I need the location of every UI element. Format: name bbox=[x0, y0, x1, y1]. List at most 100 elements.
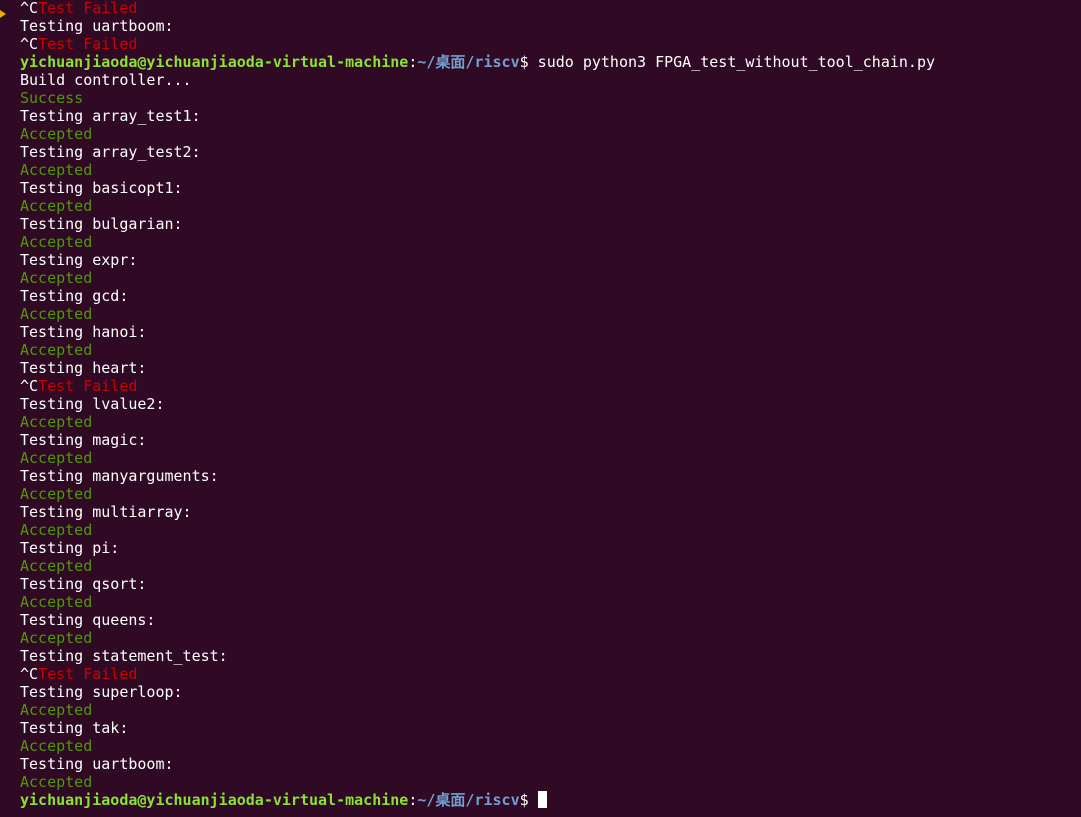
line-text: Testing basicopt1: bbox=[20, 179, 183, 197]
terminal-line: Testing array_test1: bbox=[20, 107, 1081, 125]
status-accepted: Accepted bbox=[20, 521, 93, 539]
terminal-line: ^CTest Failed bbox=[20, 377, 1081, 395]
terminal-output[interactable]: ^CTest Failed Testing uartboom: ^CTest Fai… bbox=[20, 0, 1081, 809]
terminal-line: Testing tak: bbox=[20, 719, 1081, 737]
ctrl-c-text: ^C bbox=[20, 665, 39, 683]
line-text: Testing uartboom: bbox=[20, 17, 174, 35]
line-text: Testing lvalue2: bbox=[20, 395, 165, 413]
status-accepted: Accepted bbox=[20, 773, 93, 791]
status-accepted: Success bbox=[20, 89, 84, 107]
terminal-line: Accepted bbox=[20, 557, 1081, 575]
terminal-line: Testing gcd: bbox=[20, 287, 1081, 305]
terminal-line: Accepted bbox=[20, 341, 1081, 359]
terminal-line: Testing statement_test: bbox=[20, 647, 1081, 665]
terminal-line: Accepted bbox=[20, 593, 1081, 611]
line-text: Testing queens: bbox=[20, 611, 156, 629]
status-accepted: Accepted bbox=[20, 161, 93, 179]
ctrl-c-text: ^C bbox=[20, 0, 39, 17]
shell-prompt-line: yichuanjiaoda@yichuanjiaoda-virtual-mach… bbox=[20, 53, 1081, 71]
terminal-line: Accepted bbox=[20, 233, 1081, 251]
line-text: Testing superloop: bbox=[20, 683, 183, 701]
status-accepted: Accepted bbox=[20, 629, 93, 647]
status-accepted: Accepted bbox=[20, 305, 93, 323]
line-text: Testing tak: bbox=[20, 719, 129, 737]
terminal-line: Accepted bbox=[20, 125, 1081, 143]
line-text: Testing statement_test: bbox=[20, 647, 228, 665]
prompt-colon: : bbox=[408, 791, 418, 809]
terminal-line: ^CTest Failed bbox=[20, 35, 1081, 53]
terminal-line: Testing hanoi: bbox=[20, 323, 1081, 341]
terminal-line: Testing basicopt1: bbox=[20, 179, 1081, 197]
terminal-line: Testing queens: bbox=[20, 611, 1081, 629]
terminal-line: Testing expr: bbox=[20, 251, 1081, 269]
terminal-line: Testing array_test2: bbox=[20, 143, 1081, 161]
status-accepted: Accepted bbox=[20, 341, 93, 359]
status-accepted: Accepted bbox=[20, 413, 93, 431]
terminal-line: Testing magic: bbox=[20, 431, 1081, 449]
prompt-user-host: yichuanjiaoda@yichuanjiaoda-virtual-mach… bbox=[20, 53, 409, 71]
terminal-line: Accepted bbox=[20, 737, 1081, 755]
terminal-line: Testing superloop: bbox=[20, 683, 1081, 701]
line-text: Testing pi: bbox=[20, 539, 120, 557]
terminal-line: ^CTest Failed bbox=[20, 0, 1081, 17]
status-failed: Test Failed bbox=[38, 35, 138, 53]
terminal-line: ^CTest Failed bbox=[20, 665, 1081, 683]
status-accepted: Accepted bbox=[20, 737, 93, 755]
scroll-marker-icon bbox=[0, 10, 6, 18]
status-accepted: Accepted bbox=[20, 701, 93, 719]
terminal-line: Accepted bbox=[20, 701, 1081, 719]
terminal-line: Accepted bbox=[20, 449, 1081, 467]
prompt-dollar: $ bbox=[519, 791, 538, 809]
terminal-line: Testing lvalue2: bbox=[20, 395, 1081, 413]
line-text: Testing bulgarian: bbox=[20, 215, 183, 233]
prompt-user-host: yichuanjiaoda@yichuanjiaoda-virtual-mach… bbox=[20, 791, 409, 809]
terminal-line: Testing heart: bbox=[20, 359, 1081, 377]
terminal-line: Build controller... bbox=[20, 71, 1081, 89]
line-text: Testing hanoi: bbox=[20, 323, 147, 341]
terminal-line: Accepted bbox=[20, 773, 1081, 791]
status-failed: Test Failed bbox=[38, 665, 138, 683]
terminal-line: Success bbox=[20, 89, 1081, 107]
terminal-line: Accepted bbox=[20, 521, 1081, 539]
status-accepted: Accepted bbox=[20, 593, 93, 611]
terminal-line: Accepted bbox=[20, 413, 1081, 431]
terminal-line: Accepted bbox=[20, 269, 1081, 287]
shell-prompt-line: yichuanjiaoda@yichuanjiaoda-virtual-mach… bbox=[20, 791, 1081, 809]
status-failed: Test Failed bbox=[38, 377, 138, 395]
prompt-path: ~/桌面/riscv bbox=[417, 791, 520, 809]
terminal-line: Testing manyarguments: bbox=[20, 467, 1081, 485]
terminal-line: Testing uartboom: bbox=[20, 17, 1081, 35]
terminal-line: Accepted bbox=[20, 305, 1081, 323]
prompt-colon: : bbox=[408, 53, 418, 71]
terminal-line: Accepted bbox=[20, 197, 1081, 215]
status-accepted: Accepted bbox=[20, 269, 93, 287]
prompt-path: ~/桌面/riscv bbox=[417, 53, 520, 71]
line-text: Build controller... bbox=[20, 71, 192, 89]
status-accepted: Accepted bbox=[20, 449, 93, 467]
line-text: Testing array_test2: bbox=[20, 143, 201, 161]
line-text: Testing uartboom: bbox=[20, 755, 174, 773]
status-accepted: Accepted bbox=[20, 197, 93, 215]
status-accepted: Accepted bbox=[20, 485, 93, 503]
terminal-line: Testing bulgarian: bbox=[20, 215, 1081, 233]
terminal-line: Testing qsort: bbox=[20, 575, 1081, 593]
line-text: Testing qsort: bbox=[20, 575, 147, 593]
status-accepted: Accepted bbox=[20, 233, 93, 251]
line-text: Testing magic: bbox=[20, 431, 147, 449]
line-text: Testing multiarray: bbox=[20, 503, 192, 521]
terminal-line: Accepted bbox=[20, 629, 1081, 647]
line-text: Testing array_test1: bbox=[20, 107, 201, 125]
status-accepted: Accepted bbox=[20, 125, 93, 143]
ctrl-c-text: ^C bbox=[20, 35, 39, 53]
line-text: Testing expr: bbox=[20, 251, 138, 269]
terminal-line: Accepted bbox=[20, 485, 1081, 503]
text-cursor[interactable] bbox=[537, 791, 547, 808]
terminal-line: Testing uartboom: bbox=[20, 755, 1081, 773]
terminal-window[interactable]: ^CTest Failed Testing uartboom: ^CTest Fai… bbox=[0, 0, 1081, 817]
line-text: Testing heart: bbox=[20, 359, 147, 377]
terminal-line: Testing pi: bbox=[20, 539, 1081, 557]
status-accepted: Accepted bbox=[20, 557, 93, 575]
shell-command: sudo python3 FPGA_test_without_tool_chai… bbox=[537, 53, 936, 71]
status-failed: Test Failed bbox=[38, 0, 138, 17]
ctrl-c-text: ^C bbox=[20, 377, 39, 395]
